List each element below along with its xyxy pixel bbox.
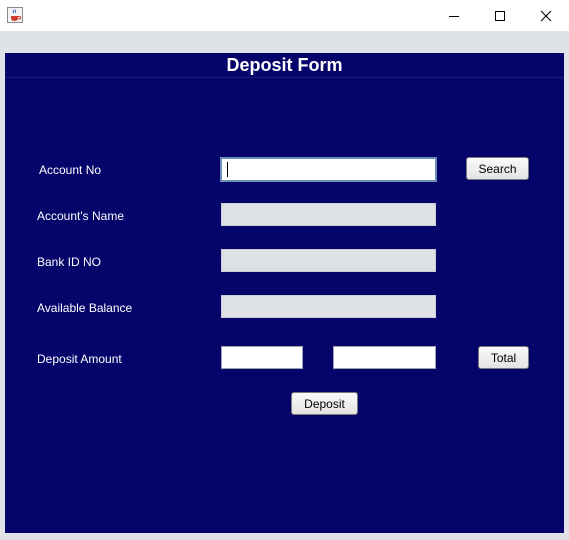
total-button[interactable]: Total bbox=[478, 346, 529, 369]
account-name-field[interactable] bbox=[221, 203, 436, 226]
deposit-amount-input[interactable] bbox=[221, 346, 303, 369]
available-balance-field[interactable] bbox=[221, 295, 436, 318]
text-caret bbox=[227, 162, 228, 177]
deposit-amount-label: Deposit Amount bbox=[37, 352, 122, 366]
close-button[interactable] bbox=[523, 0, 569, 31]
available-balance-label: Available Balance bbox=[37, 301, 133, 315]
close-icon bbox=[540, 10, 552, 21]
bank-id-label: Bank ID NO bbox=[37, 255, 102, 269]
java-coffee-icon bbox=[7, 7, 23, 23]
maximize-icon bbox=[495, 10, 505, 21]
minimize-icon bbox=[449, 15, 459, 17]
account-no-label: Account No bbox=[39, 163, 102, 177]
window-titlebar bbox=[0, 0, 569, 31]
form-title: Deposit Form bbox=[5, 53, 564, 78]
deposit-total-field[interactable] bbox=[333, 346, 436, 369]
account-name-label: Account's Name bbox=[37, 209, 124, 223]
minimize-button[interactable] bbox=[431, 0, 477, 31]
account-no-input[interactable] bbox=[220, 157, 437, 182]
search-button[interactable]: Search bbox=[466, 157, 529, 180]
deposit-button[interactable]: Deposit bbox=[291, 392, 358, 415]
deposit-form-panel: Deposit Form Account No Search Account's… bbox=[5, 53, 564, 533]
maximize-button[interactable] bbox=[477, 0, 523, 31]
bank-id-field[interactable] bbox=[221, 249, 436, 272]
